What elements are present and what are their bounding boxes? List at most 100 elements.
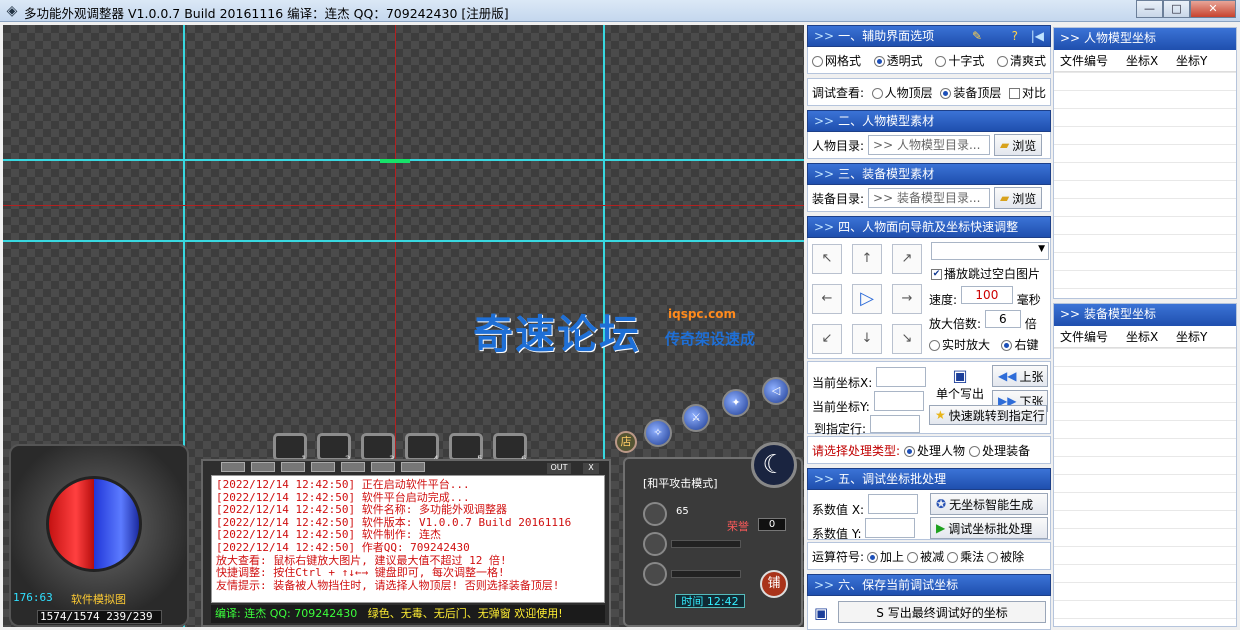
coefy-input[interactable] xyxy=(865,518,916,538)
direction-pad: ↖ ↑ ↗ ← ▷ → ↙ ↓ ↘ xyxy=(812,244,928,354)
write-final-button[interactable]: S 写出最终调试好的坐标 xyxy=(838,601,1046,623)
chat-tool-icon[interactable] xyxy=(401,462,425,472)
section-title: 三、装备模型素材 xyxy=(838,167,935,181)
double-chevron-icon: >> xyxy=(814,29,835,43)
person-dir-row: 人物目录: >> 人物模型目录... ▰ 浏览 xyxy=(808,132,1050,158)
radio-realtime[interactable]: 实时放大 xyxy=(929,338,990,352)
coefx-row: 系数值 X: xyxy=(812,494,918,518)
close-button[interactable]: ✕ xyxy=(1190,0,1236,18)
chat-tool-icon[interactable] xyxy=(311,462,335,472)
skill-gem-icon[interactable]: ✧ xyxy=(644,419,672,447)
person-dir-input[interactable]: >> 人物模型目录... xyxy=(868,135,991,155)
radio-rightkey[interactable]: 右键 xyxy=(1001,338,1038,352)
chat-tool-icon[interactable] xyxy=(341,462,365,472)
chat-tool-icon[interactable] xyxy=(251,462,275,472)
watermark-site: iqspc.com xyxy=(668,307,736,321)
direction-dropdown[interactable]: ▼ xyxy=(931,242,1049,260)
pencil-icon[interactable]: ✎ xyxy=(972,26,982,46)
preview-canvas[interactable]: 奇速论坛 iqspc.com 传奇架设速成 1574/1574 239/239 … xyxy=(3,25,804,627)
arrow-left-icon[interactable]: ← xyxy=(812,284,842,314)
zoom-input[interactable]: 6 xyxy=(984,310,1021,328)
save-icon: ▣ xyxy=(952,366,968,385)
app-icon: ◈ xyxy=(6,3,18,19)
display-style-row: 网格式 透明式 十字式 清爽式 xyxy=(808,47,1050,73)
curx-input[interactable] xyxy=(876,367,927,387)
folder-icon: ▰ xyxy=(1000,191,1010,205)
col-x[interactable]: 坐标X xyxy=(1120,50,1170,71)
equip-dir-input[interactable]: >> 装备模型目录... xyxy=(868,188,991,208)
maximize-button[interactable]: □ xyxy=(1163,0,1190,18)
radio-add[interactable]: 加上 xyxy=(867,548,904,565)
speed-input[interactable]: 100 xyxy=(960,286,1013,304)
chat-line: [2022/12/14 12:42:50] 作者QQ: 709242430 xyxy=(216,540,470,554)
chat-tool-icon[interactable] xyxy=(281,462,305,472)
col-x[interactable]: 坐标X xyxy=(1120,326,1170,347)
batch-process-button[interactable]: ▶ 调试坐标批处理 xyxy=(930,517,1048,539)
prev-button[interactable]: ◀◀ 上张 xyxy=(992,365,1048,387)
compare-checkbox[interactable]: 对比 xyxy=(1008,84,1046,101)
equip-dir-row: 装备目录: >> 装备模型目录... ▰ 浏览 xyxy=(808,185,1050,211)
chat-out-button[interactable]: OUT xyxy=(547,463,571,474)
single-write-button[interactable]: ▣ 单个写出 xyxy=(932,366,988,402)
magic-icon: ✪ xyxy=(936,497,947,511)
stall-button[interactable]: 铺 xyxy=(760,570,788,598)
moon-icon: ☾ xyxy=(751,442,797,488)
radio-clean[interactable]: 清爽式 xyxy=(996,52,1046,69)
arrow-down-right-icon[interactable]: ↘ xyxy=(892,324,922,354)
arrow-up-icon[interactable]: ↑ xyxy=(852,244,882,274)
chat-close-button[interactable]: X xyxy=(583,463,599,474)
play-icon[interactable]: ▷ xyxy=(852,284,882,314)
cury-input[interactable] xyxy=(873,391,924,411)
collapse-icon[interactable]: |◀ xyxy=(1031,26,1044,46)
cury-row: 当前坐标Y: xyxy=(812,391,924,415)
skill-gem-icon[interactable]: ⚔ xyxy=(682,404,710,432)
browse-person-button[interactable]: ▰ 浏览 xyxy=(994,134,1043,156)
radio-subtract[interactable]: 被减 xyxy=(907,548,944,565)
arrow-right-icon[interactable]: → xyxy=(892,284,922,314)
radio-transparent[interactable]: 透明式 xyxy=(873,52,923,69)
chat-tool-icon[interactable] xyxy=(371,462,395,472)
double-chevron-icon: >> xyxy=(1060,307,1084,321)
arrow-down-icon[interactable]: ↓ xyxy=(852,324,882,354)
chat-tool-icon[interactable] xyxy=(221,462,245,472)
sound-gem-icon[interactable]: ◁ xyxy=(762,377,790,405)
speed-unit: 毫秒 xyxy=(1016,293,1041,307)
radio-grid[interactable]: 网格式 xyxy=(812,52,861,69)
col-y[interactable]: 坐标Y xyxy=(1170,50,1220,71)
hp-mp-readout: 1574/1574 239/239 xyxy=(37,610,162,624)
table-body[interactable] xyxy=(1054,72,1236,298)
skill-gem-icon[interactable]: ✦ xyxy=(722,389,750,417)
col-y[interactable]: 坐标Y xyxy=(1170,326,1220,347)
zoom-unit: 倍 xyxy=(1024,317,1037,331)
shop-button[interactable]: 店 xyxy=(615,431,637,453)
type-select-row: 请选择处理类型: 处理人物 处理装备 xyxy=(808,437,1050,463)
goto-button[interactable]: ★ 快速跳转到指定行 xyxy=(929,405,1047,425)
arrow-up-left-icon[interactable]: ↖ xyxy=(812,244,842,274)
equip-coords-table: >> 装备模型坐标 文件编号 坐标X 坐标Y xyxy=(1053,303,1237,627)
coefx-input[interactable] xyxy=(867,494,918,514)
table-body[interactable] xyxy=(1054,348,1236,626)
auto-generate-button[interactable]: ✪ 无坐标智能生成 xyxy=(930,493,1048,515)
help-icon[interactable]: ? xyxy=(1012,26,1018,46)
minimize-button[interactable]: — xyxy=(1136,0,1163,18)
radio-handle-person[interactable]: 处理人物 xyxy=(904,442,965,459)
arrow-down-left-icon[interactable]: ↙ xyxy=(812,324,842,354)
radio-multiply[interactable]: 乘法 xyxy=(947,548,984,565)
zoom-row: 放大倍数: 6 倍 xyxy=(929,310,1037,332)
quick-slot-bar: 1 2 3 4 5 6 xyxy=(201,427,621,465)
radio-person-top[interactable]: 人物顶层 xyxy=(871,84,933,101)
radio-cross[interactable]: 十字式 xyxy=(935,52,984,69)
section-header: >> 一、辅助界面选项 ✎ ? |◀ xyxy=(807,25,1051,47)
radio-divide[interactable]: 被除 xyxy=(987,548,1024,565)
radio-equip-top[interactable]: 装备顶层 xyxy=(940,84,1001,101)
chevron-down-icon: ▼ xyxy=(1038,244,1045,254)
col-file-no[interactable]: 文件编号 xyxy=(1054,326,1120,347)
guide-horizontal-bottom xyxy=(3,240,804,242)
skip-blank-checkbox[interactable]: ✔ 播放跳过空白图片 xyxy=(931,265,1040,282)
goto-input[interactable] xyxy=(869,415,920,433)
radio-handle-equip[interactable]: 处理装备 xyxy=(969,442,1030,459)
browse-equip-button[interactable]: ▰ 浏览 xyxy=(994,187,1043,209)
col-file-no[interactable]: 文件编号 xyxy=(1054,50,1120,71)
arrow-up-right-icon[interactable]: ↗ xyxy=(892,244,922,274)
double-chevron-icon: >> xyxy=(814,472,835,486)
